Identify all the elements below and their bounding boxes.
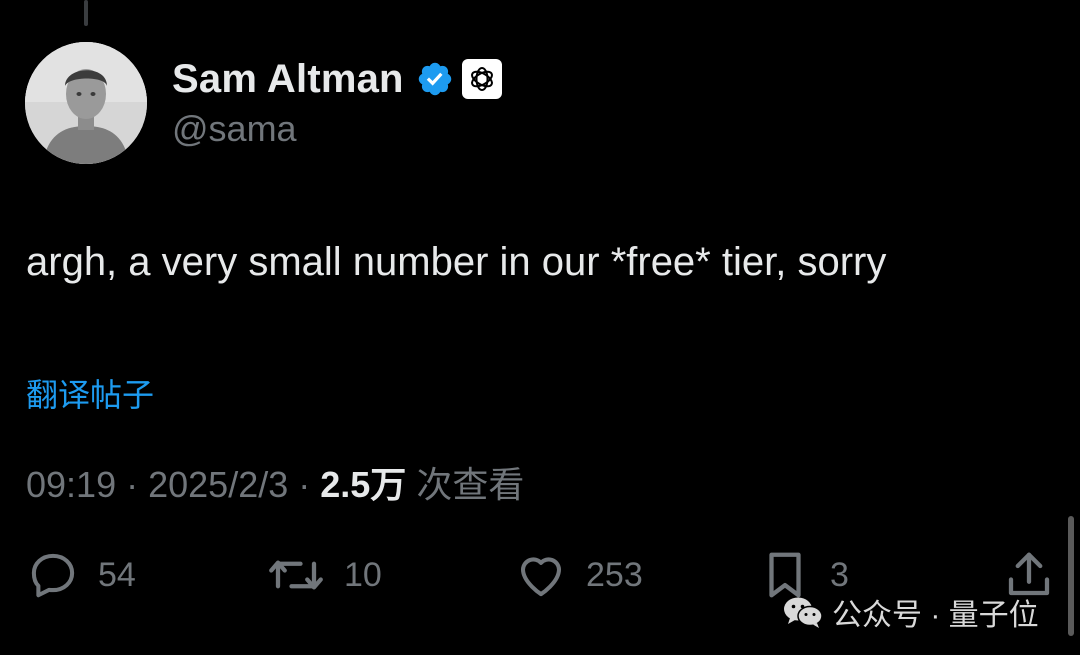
retweet-count: 10 (344, 555, 382, 594)
heart-icon (520, 557, 562, 597)
retweet-button[interactable]: 10 (266, 540, 382, 610)
tweet-date[interactable]: 2025/2/3 (148, 464, 288, 505)
author-handle[interactable]: @sama (172, 108, 297, 150)
author-display-name[interactable]: Sam Altman (172, 57, 404, 102)
tweet-text: argh, a very small number in our *free* … (26, 240, 887, 284)
like-count: 253 (586, 555, 643, 594)
like-button[interactable]: 253 (514, 540, 643, 610)
translate-post-link[interactable]: 翻译帖子 (26, 370, 154, 416)
meta-separator: · (298, 464, 321, 505)
author-name-row[interactable]: Sam Altman (172, 54, 502, 104)
scrollbar[interactable] (1068, 516, 1074, 636)
reply-button[interactable]: 54 (26, 540, 136, 610)
reply-count: 54 (98, 555, 136, 594)
meta-separator: · (126, 464, 149, 505)
verified-badge-icon (418, 62, 451, 96)
bookmark-count: 3 (830, 555, 849, 594)
avatar[interactable] (25, 42, 147, 164)
retweet-icon (269, 560, 323, 590)
reply-icon (31, 553, 75, 598)
tweet-meta: 09:19 · 2025/2/3 · 2.5万 次查看 (26, 456, 524, 508)
tweet-time[interactable]: 09:19 (26, 464, 116, 505)
views-count: 2.5万 (320, 464, 407, 505)
watermark-text: 公众号 · 量子位 (832, 599, 1039, 632)
views-label: 次查看 (416, 464, 525, 505)
thread-connector-line (84, 0, 88, 26)
wechat-icon (784, 597, 823, 628)
openai-logo-icon[interactable] (461, 59, 502, 99)
avatar-photo (25, 42, 147, 164)
wechat-watermark: 公众号 · 量子位 (782, 590, 1039, 634)
